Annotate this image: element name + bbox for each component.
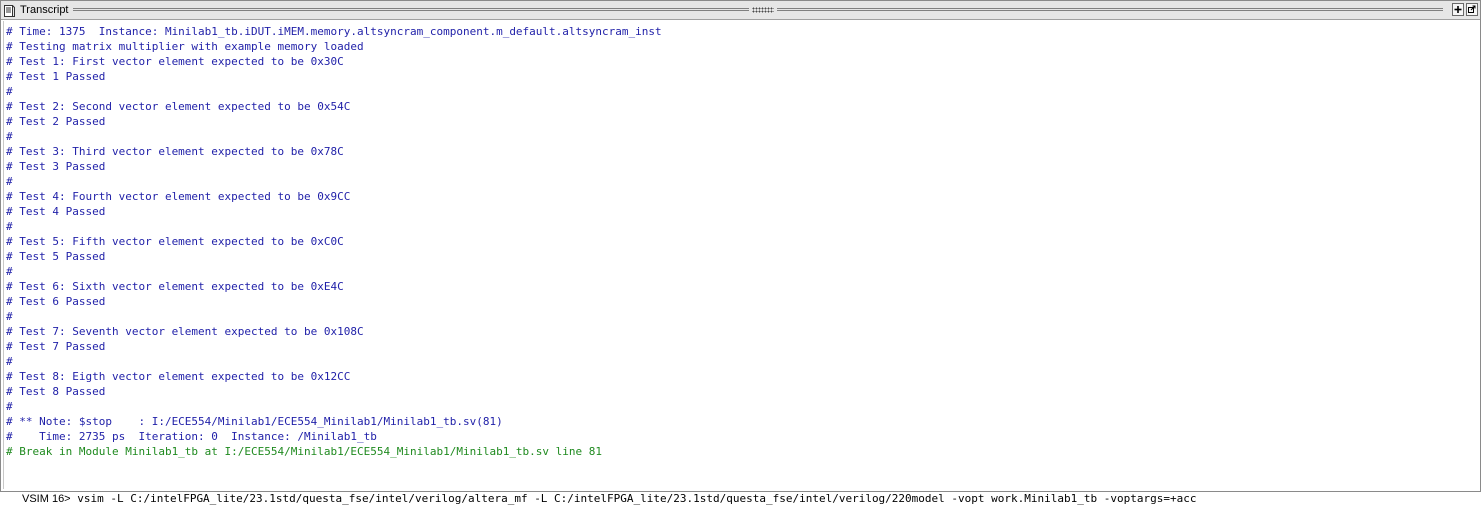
transcript-line: # Test 3 Passed bbox=[6, 160, 106, 173]
title-rule-right bbox=[777, 8, 1443, 11]
transcript-line: # Break in Module Minilab1_tb at I:/ECE5… bbox=[6, 445, 603, 458]
transcript-line: # Test 5: Fifth vector element expected … bbox=[6, 235, 344, 248]
transcript-line: # Test 2: Second vector element expected… bbox=[6, 100, 351, 113]
transcript-line: # ** Note: $stop : I:/ECE554/Minilab1/EC… bbox=[6, 415, 503, 428]
transcript-line: # Test 6: Sixth vector element expected … bbox=[6, 280, 344, 293]
transcript-line: # Test 6 Passed bbox=[6, 295, 106, 308]
transcript-line: # Test 2 Passed bbox=[6, 115, 106, 128]
title-rule-left bbox=[73, 8, 749, 11]
pane-left-edge bbox=[3, 21, 4, 489]
transcript-line: # Time: 2735 ps Iteration: 0 Instance: /… bbox=[6, 430, 377, 443]
drag-grip-icon[interactable] bbox=[752, 7, 774, 13]
transcript-window: Transcript # Time: 1375 Instance: Minila… bbox=[0, 0, 1481, 505]
transcript-line: # Test 5 Passed bbox=[6, 250, 106, 263]
undock-icon bbox=[1468, 5, 1476, 13]
prompt-label: VSIM 16> bbox=[22, 493, 71, 505]
transcript-line: # bbox=[6, 130, 13, 143]
transcript-line: # Test 1 Passed bbox=[6, 70, 106, 83]
transcript-line: # bbox=[6, 355, 13, 368]
transcript-line: # Test 7 Passed bbox=[6, 340, 106, 353]
window-title: Transcript bbox=[20, 4, 69, 16]
transcript-line: # bbox=[6, 175, 13, 188]
transcript-line: # bbox=[6, 400, 13, 413]
maximize-button[interactable] bbox=[1452, 3, 1464, 16]
transcript-output[interactable]: # Time: 1375 Instance: Minilab1_tb.iDUT.… bbox=[6, 24, 1476, 489]
transcript-line: # Test 1: First vector element expected … bbox=[6, 55, 344, 68]
command-line[interactable]: VSIM 16> vsim -L C:/intelFPGA_lite/23.1s… bbox=[6, 475, 1196, 505]
transcript-line: # Test 8: Eigth vector element expected … bbox=[6, 370, 351, 383]
transcript-line: # Test 8 Passed bbox=[6, 385, 106, 398]
transcript-line: # bbox=[6, 265, 13, 278]
transcript-line: # Test 4: Fourth vector element expected… bbox=[6, 190, 351, 203]
plus-icon bbox=[1454, 6, 1462, 13]
undock-button[interactable] bbox=[1466, 3, 1478, 16]
transcript-line: # bbox=[6, 85, 13, 98]
transcript-line: # Time: 1375 Instance: Minilab1_tb.iDUT.… bbox=[6, 25, 662, 38]
transcript-icon bbox=[4, 4, 15, 17]
transcript-line: # Test 4 Passed bbox=[6, 205, 106, 218]
transcript-line: # Test 3: Third vector element expected … bbox=[6, 145, 344, 158]
command-input[interactable]: vsim -L C:/intelFPGA_lite/23.1std/questa… bbox=[71, 492, 1196, 505]
transcript-line: # bbox=[6, 310, 13, 323]
transcript-line: # Testing matrix multiplier with example… bbox=[6, 40, 364, 53]
transcript-line: # Test 7: Seventh vector element expecte… bbox=[6, 325, 364, 338]
transcript-line: # bbox=[6, 220, 13, 233]
title-bar[interactable]: Transcript bbox=[1, 1, 1480, 20]
